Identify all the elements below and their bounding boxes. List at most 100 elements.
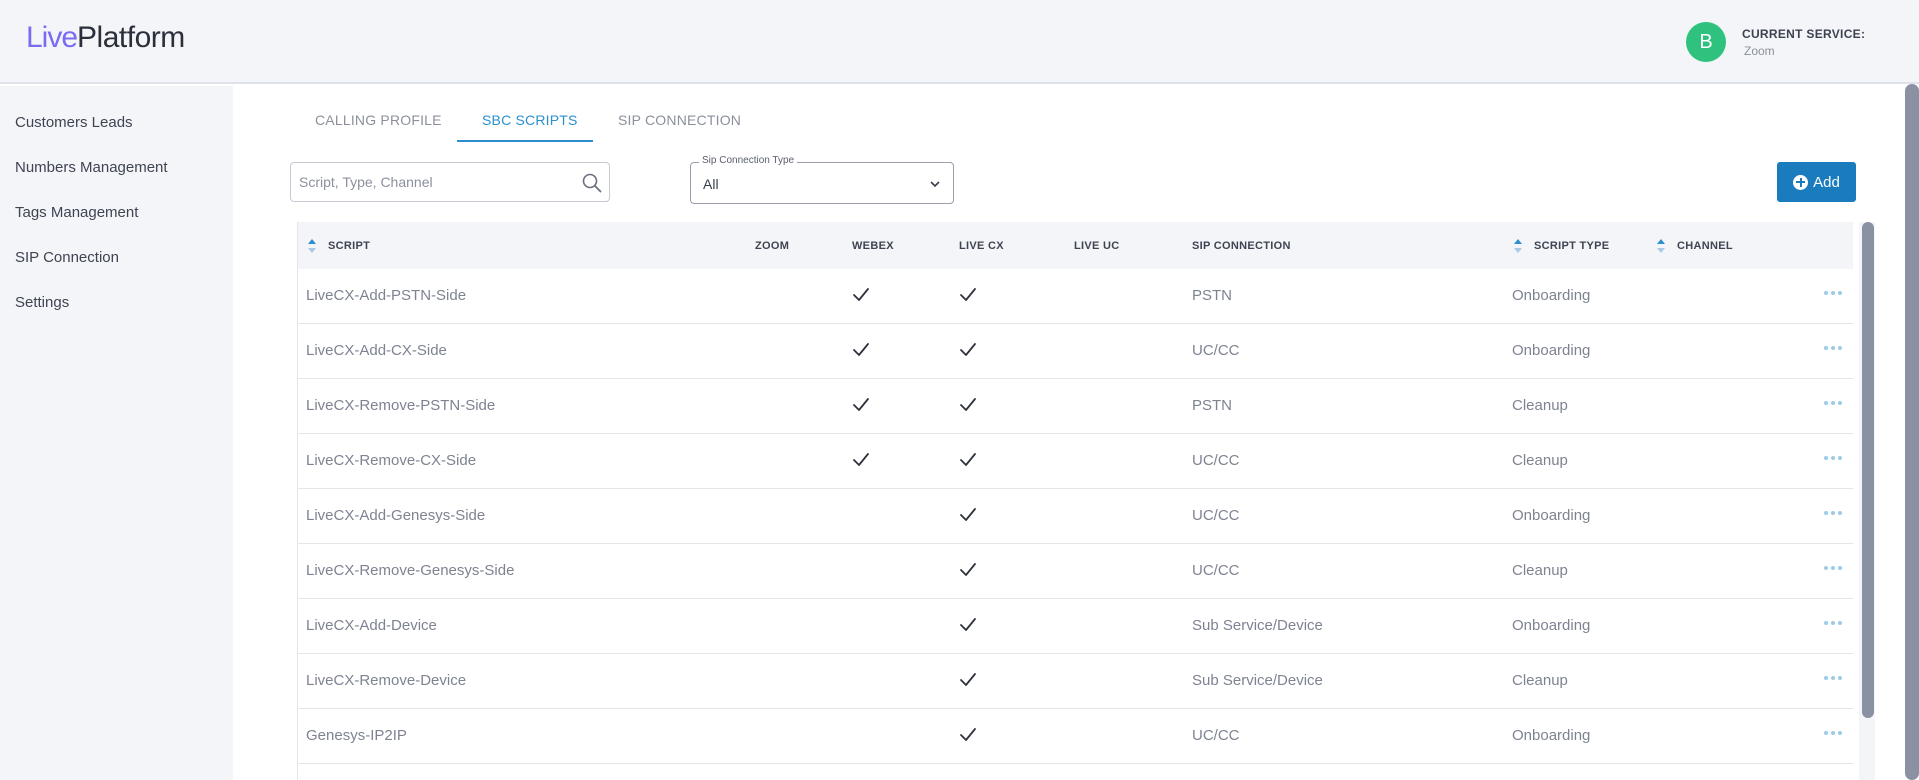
table-row[interactable]: LiveCX-Add-Device Sub Service/Device Onboa… xyxy=(298,599,1853,654)
more-horizontal-icon[interactable] xyxy=(1824,511,1842,517)
column-header-live-cx: LIVE CX xyxy=(959,240,1004,252)
check-icon xyxy=(853,398,869,411)
script-type-value: Cleanup xyxy=(1512,672,1568,689)
logo-platform-text: Platform xyxy=(77,21,185,54)
sip-connection-value: UC/CC xyxy=(1192,562,1240,579)
script-name[interactable]: Genesys-IP2IP xyxy=(306,727,407,744)
check-icon xyxy=(960,618,976,631)
table-row[interactable]: LiveCX-Remove-CX-Side UC/CC Cleanup xyxy=(298,434,1853,489)
script-name[interactable]: LiveCX-Add-CX-Side xyxy=(306,342,447,359)
check-icon xyxy=(960,343,976,356)
script-type-value: Onboarding xyxy=(1512,342,1591,359)
page-scrollbar-thumb[interactable] xyxy=(1905,84,1919,780)
more-horizontal-icon[interactable] xyxy=(1824,401,1842,407)
logo-live-text: Live xyxy=(26,21,78,54)
tab-calling-profile[interactable]: CALLING PROFILE xyxy=(315,112,442,128)
add-button-label: Add xyxy=(1813,173,1840,191)
sort-icon[interactable] xyxy=(1656,238,1666,254)
current-service-label: CURRENT SERVICE: xyxy=(1742,27,1866,41)
script-name[interactable]: LiveCX-Add-Genesys-Side xyxy=(306,507,485,524)
check-icon xyxy=(960,398,976,411)
sidebar-item-sip-connection[interactable]: SIP Connection xyxy=(15,249,119,266)
table-row[interactable]: LiveCX-Remove-Device Sub Service/Device Cl… xyxy=(298,654,1853,709)
check-icon xyxy=(960,288,976,301)
check-icon xyxy=(853,453,869,466)
search-icon[interactable] xyxy=(581,172,603,194)
sidebar-item-settings[interactable]: Settings xyxy=(15,294,69,311)
sip-connection-value: UC/CC xyxy=(1192,727,1240,744)
sip-connection-type-value: All xyxy=(703,176,719,192)
add-button[interactable]: Add xyxy=(1777,162,1856,202)
more-horizontal-icon[interactable] xyxy=(1824,731,1842,737)
script-name[interactable]: LiveCX-Add-PSTN-Side xyxy=(306,287,466,304)
sip-connection-value: Sub Service/Device xyxy=(1192,617,1323,634)
check-icon xyxy=(853,288,869,301)
script-name[interactable]: LiveCX-Remove-Genesys-Side xyxy=(306,562,514,579)
sidebar-item-tags-management[interactable]: Tags Management xyxy=(15,204,138,221)
tab-sip-connection[interactable]: SIP CONNECTION xyxy=(618,112,741,128)
active-tab-indicator xyxy=(457,140,593,142)
check-icon xyxy=(960,453,976,466)
script-type-value: Cleanup xyxy=(1512,562,1568,579)
sidebar: Customers Leads Numbers Management Tags … xyxy=(0,86,233,780)
search-box xyxy=(290,162,610,202)
check-icon xyxy=(960,563,976,576)
column-header-channel[interactable]: CHANNEL xyxy=(1677,240,1733,252)
sip-connection-type-label: Sip Connection Type xyxy=(699,155,798,166)
check-icon xyxy=(853,343,869,356)
column-header-sip-connection: SIP CONNECTION xyxy=(1192,240,1291,252)
column-header-script[interactable]: SCRIPT xyxy=(328,240,370,252)
sip-connection-value: PSTN xyxy=(1192,287,1233,304)
script-type-value: Onboarding xyxy=(1512,507,1591,524)
column-header-webex: WEBEX xyxy=(852,240,894,252)
tab-sbc-scripts[interactable]: SBC SCRIPTS xyxy=(482,112,578,128)
more-horizontal-icon[interactable] xyxy=(1824,456,1842,462)
sip-connection-value: PSTN xyxy=(1192,397,1233,414)
table-scrollbar-thumb[interactable] xyxy=(1862,222,1874,718)
more-horizontal-icon[interactable] xyxy=(1824,676,1842,682)
sidebar-item-numbers-management[interactable]: Numbers Management xyxy=(15,159,168,176)
table-row[interactable]: LiveCX-Add-CX-Side UC/CC Onboarding xyxy=(298,324,1853,379)
script-name[interactable]: LiveCX-Remove-PSTN-Side xyxy=(306,397,495,414)
script-type-value: Cleanup xyxy=(1512,452,1568,469)
sip-connection-value: Sub Service/Device xyxy=(1192,672,1323,689)
avatar[interactable]: B xyxy=(1686,22,1726,62)
sip-connection-value: UC/CC xyxy=(1192,452,1240,469)
liveplatform-logo[interactable]: Live Platform xyxy=(26,20,185,56)
table-header: SCRIPT ZOOM WEBEX LIVE CX LIVE UC SIP CO… xyxy=(298,222,1853,269)
table-row[interactable]: LiveCX-Remove-Genesys-Side UC/CC Cleanup xyxy=(298,544,1853,599)
more-horizontal-icon[interactable] xyxy=(1824,346,1842,352)
more-horizontal-icon[interactable] xyxy=(1824,621,1842,627)
check-icon xyxy=(960,673,976,686)
sip-connection-value: UC/CC xyxy=(1192,342,1240,359)
script-name[interactable]: LiveCX-Remove-Device xyxy=(306,672,466,689)
more-horizontal-icon[interactable] xyxy=(1824,566,1842,572)
script-type-value: Onboarding xyxy=(1512,287,1591,304)
sip-connection-value: UC/CC xyxy=(1192,507,1240,524)
column-header-script-type[interactable]: SCRIPT TYPE xyxy=(1534,240,1609,252)
table-row[interactable]: LiveCX-Add-Genesys-Side UC/CC Onboarding xyxy=(298,489,1853,544)
search-input[interactable] xyxy=(299,171,569,193)
sbc-scripts-table: SCRIPT ZOOM WEBEX LIVE CX LIVE UC SIP CO… xyxy=(297,222,1853,780)
plus-circle-icon xyxy=(1793,174,1809,190)
column-header-zoom: ZOOM xyxy=(755,240,790,252)
top-header: Live Platform B CURRENT SERVICE: Zoom xyxy=(0,0,1919,84)
chevron-down-icon xyxy=(930,181,940,188)
table-row[interactable]: LiveCX-Remove-PSTN-Side PSTN Cleanup xyxy=(298,379,1853,434)
current-service-value: Zoom xyxy=(1744,44,1775,58)
script-type-value: Onboarding xyxy=(1512,617,1591,634)
script-name[interactable]: LiveCX-Add-Device xyxy=(306,617,437,634)
sort-icon[interactable] xyxy=(1513,238,1523,254)
sidebar-item-customers-leads[interactable]: Customers Leads xyxy=(15,114,133,131)
check-icon xyxy=(960,508,976,521)
sort-icon[interactable] xyxy=(307,238,317,254)
script-type-value: Onboarding xyxy=(1512,727,1591,744)
table-row[interactable]: Genesys-IP2IP UC/CC Onboarding xyxy=(298,709,1853,764)
table-row[interactable]: LiveCX-Add-PSTN-Side PSTN Onboarding xyxy=(298,269,1853,324)
sip-connection-type-select[interactable]: Sip Connection Type All xyxy=(690,155,954,204)
script-type-value: Cleanup xyxy=(1512,397,1568,414)
column-header-live-uc: LIVE UC xyxy=(1074,240,1120,252)
more-horizontal-icon[interactable] xyxy=(1824,291,1842,297)
script-name[interactable]: LiveCX-Remove-CX-Side xyxy=(306,452,476,469)
check-icon xyxy=(960,728,976,741)
